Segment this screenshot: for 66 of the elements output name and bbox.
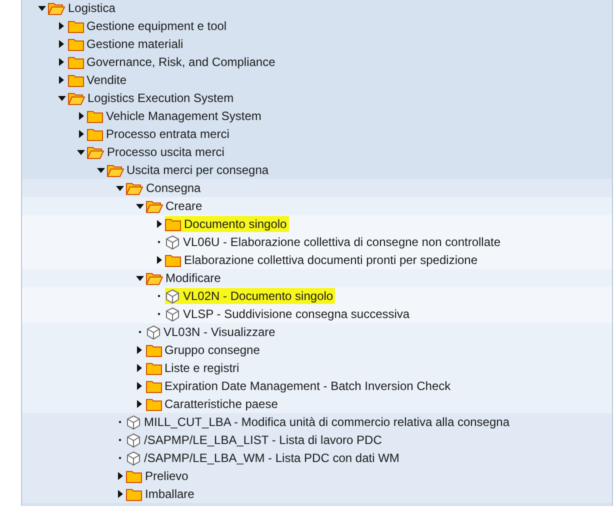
collapse-arrow-icon[interactable] <box>136 276 144 280</box>
transaction-item[interactable]: VL02N - Documento singolo <box>165 288 336 304</box>
cube-icon <box>126 450 141 466</box>
expand-arrow-icon[interactable] <box>59 40 64 48</box>
expand-arrow-icon[interactable] <box>137 346 142 354</box>
folder-item[interactable]: Gruppo consegne <box>146 342 262 358</box>
cube-icon <box>146 324 160 340</box>
folder-item[interactable]: Creare <box>146 198 204 214</box>
folder-icon <box>146 398 162 410</box>
folder-icon <box>68 56 84 68</box>
folder-item[interactable]: Consegna <box>126 180 203 196</box>
expand-arrow-icon[interactable] <box>137 382 142 390</box>
folder-icon <box>68 20 84 32</box>
expand-arrow-icon[interactable] <box>156 256 162 264</box>
folder-icon <box>68 74 84 86</box>
collapse-arrow-icon[interactable] <box>136 204 144 208</box>
collapse-arrow-icon[interactable] <box>116 186 124 190</box>
open-folder-icon <box>68 92 84 104</box>
folder-item[interactable]: Logistics Execution System <box>68 90 236 106</box>
folder-icon <box>146 344 162 356</box>
expand-arrow-icon[interactable] <box>137 400 142 408</box>
open-folder-icon <box>146 272 162 284</box>
open-folder-icon <box>48 2 65 14</box>
cube-icon <box>126 414 141 430</box>
folder-icon <box>87 110 103 122</box>
folder-item[interactable]: Modificare <box>146 270 223 286</box>
expand-arrow-icon[interactable] <box>78 130 84 138</box>
folder-icon <box>68 38 84 50</box>
folder-item[interactable]: Processo entrata merci <box>87 126 232 142</box>
expand-arrow-icon[interactable] <box>118 490 122 498</box>
expand-arrow-icon[interactable] <box>59 58 64 66</box>
folder-item[interactable]: Logistica <box>48 0 118 16</box>
folder-item[interactable]: Uscita merci per consegna <box>106 162 271 178</box>
open-folder-icon <box>87 146 104 158</box>
expand-arrow-icon[interactable] <box>59 76 64 84</box>
folder-item[interactable]: Imballare <box>126 486 196 502</box>
folder-icon <box>165 218 181 230</box>
expand-arrow-icon[interactable] <box>156 220 162 228</box>
cube-icon <box>126 432 141 448</box>
expand-arrow-icon[interactable] <box>78 112 84 120</box>
folder-item[interactable]: Processo uscita merci <box>87 144 226 160</box>
folder-item[interactable]: Governance, Risk, and Compliance <box>68 54 278 70</box>
folder-item[interactable]: Gestione materiali <box>68 36 186 52</box>
folder-item[interactable]: Vehicle Management System <box>87 108 264 124</box>
folder-item[interactable]: Vendite <box>68 72 129 88</box>
folder-item[interactable]: Liste e registri <box>146 360 242 376</box>
folder-item[interactable]: Documento singolo <box>165 216 289 232</box>
collapse-arrow-icon[interactable] <box>58 96 66 100</box>
folder-item[interactable]: Gestione equipment e tool <box>68 18 229 34</box>
expand-arrow-icon[interactable] <box>118 472 122 480</box>
folder-icon <box>146 380 162 392</box>
open-folder-icon <box>106 164 124 176</box>
collapse-arrow-icon[interactable] <box>77 150 85 154</box>
folder-icon <box>126 470 142 482</box>
folder-item[interactable]: Prelievo <box>126 468 190 484</box>
open-folder-icon <box>126 182 143 194</box>
folder-icon <box>165 254 181 266</box>
expand-arrow-icon[interactable] <box>137 364 142 372</box>
folder-icon <box>87 128 103 140</box>
collapse-arrow-icon[interactable] <box>96 168 104 172</box>
folder-icon <box>146 362 162 374</box>
folder-icon <box>126 488 142 500</box>
collapse-arrow-icon[interactable] <box>38 6 46 10</box>
open-folder-icon <box>146 200 162 212</box>
expand-arrow-icon[interactable] <box>59 22 64 30</box>
transaction-item[interactable]: VL03N - Visualizzare <box>146 324 278 340</box>
